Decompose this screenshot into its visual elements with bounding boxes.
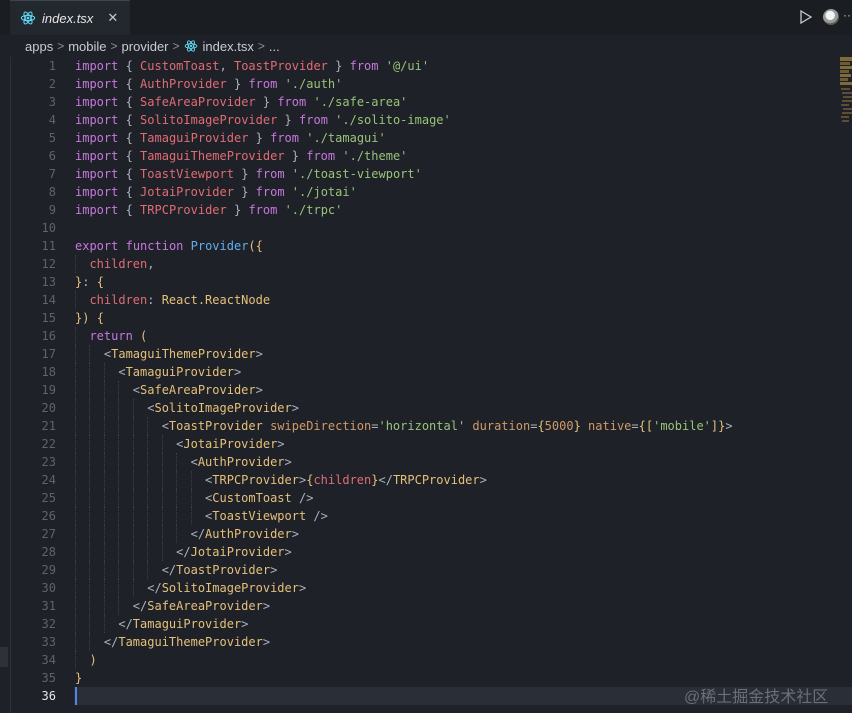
code-line[interactable]: import { TamaguiProvider } from './tamag… <box>75 129 386 147</box>
line-number: 2 <box>48 77 56 91</box>
code-line[interactable]: } <box>75 669 82 687</box>
breadcrumb-provider[interactable]: provider <box>122 39 169 54</box>
line-number: 25 <box>41 491 56 505</box>
code-line[interactable]: import { TamaguiThemeProvider } from './… <box>75 147 407 165</box>
line-number: 14 <box>41 293 56 307</box>
line-number: 12 <box>41 257 56 271</box>
code-line[interactable]: <CustomToast /> <box>75 489 313 507</box>
line-number: 9 <box>48 203 56 217</box>
watermark: @稀土掘金技术社区 <box>684 689 829 706</box>
code-line[interactable]: <TamaguiThemeProvider> <box>75 345 263 363</box>
line-number: 15 <box>41 311 56 325</box>
line-number: 26 <box>41 509 56 523</box>
minimap[interactable] <box>840 57 852 127</box>
tab-index-tsx[interactable]: index.tsx ✕ <box>10 0 130 35</box>
line-number: 28 <box>41 545 56 559</box>
code-line[interactable]: <TRPCProvider>{children}</TRPCProvider> <box>75 471 487 489</box>
line-number: 31 <box>41 599 56 613</box>
breadcrumb-apps[interactable]: apps <box>25 39 53 54</box>
line-number: 27 <box>41 527 56 541</box>
chevron-right-icon: > <box>57 39 65 53</box>
chevron-right-icon: > <box>110 39 118 53</box>
code-line[interactable]: <SafeAreaProvider> <box>75 381 263 399</box>
code-line[interactable]: <AuthProvider> <box>75 453 292 471</box>
tab-label: index.tsx <box>42 10 94 26</box>
line-number: 22 <box>41 437 56 451</box>
code-line[interactable]: import { JotaiProvider } from './jotai' <box>75 183 357 201</box>
code-line[interactable]: </TamaguiThemeProvider> <box>75 633 270 651</box>
code-line[interactable]: import { AuthProvider } from './auth' <box>75 75 342 93</box>
chevron-right-icon: > <box>172 39 180 53</box>
line-number: 11 <box>41 239 56 253</box>
line-number: 5 <box>48 131 56 145</box>
line-number: 1 <box>48 59 56 73</box>
react-icon <box>184 40 197 52</box>
line-number: 16 <box>41 329 56 343</box>
line-number: 34 <box>41 653 56 667</box>
line-number: 19 <box>41 383 56 397</box>
line-number: 23 <box>41 455 56 469</box>
line-number: 4 <box>48 113 56 127</box>
code-line[interactable]: import { ToastViewport } from './toast-v… <box>75 165 422 183</box>
line-number: 35 <box>41 671 56 685</box>
code-line[interactable]: <SolitoImageProvider> <box>75 399 299 417</box>
line-number: 36 <box>41 689 56 703</box>
line-number: 32 <box>41 617 56 631</box>
tab-bar: index.tsx ✕ ··· <box>0 0 852 35</box>
react-icon <box>20 11 36 25</box>
breadcrumb: apps > mobile > provider > index.tsx > .… <box>0 35 852 57</box>
code-line[interactable]: import { SafeAreaProvider } from './safe… <box>75 93 407 111</box>
line-number: 21 <box>41 419 56 433</box>
code-line[interactable]: </AuthProvider> <box>75 525 299 543</box>
line-number: 17 <box>41 347 56 361</box>
code-line[interactable]: import { CustomToast, ToastProvider } fr… <box>75 57 429 75</box>
code-line[interactable]: ) <box>75 651 96 669</box>
more-actions-icon[interactable]: ··· <box>843 8 852 22</box>
code-line[interactable]: }) { <box>75 309 104 327</box>
code-line[interactable]: <TamaguiProvider> <box>75 363 241 381</box>
line-number: 8 <box>48 185 56 199</box>
gutter-marker <box>0 647 8 667</box>
line-number: 18 <box>41 365 56 379</box>
line-number: 10 <box>41 221 56 235</box>
run-icon[interactable] <box>799 10 813 24</box>
code-line[interactable]: </SafeAreaProvider> <box>75 597 270 615</box>
line-number: 24 <box>41 473 56 487</box>
close-icon[interactable]: ✕ <box>107 10 118 26</box>
code-line[interactable]: return ( <box>75 327 147 345</box>
line-number: 13 <box>41 275 56 289</box>
code-line[interactable]: children: React.ReactNode <box>75 291 270 309</box>
code-line[interactable]: import { TRPCProvider } from './trpc' <box>75 201 342 219</box>
code-line[interactable]: </TamaguiProvider> <box>75 615 248 633</box>
text-cursor <box>75 687 77 705</box>
chevron-right-icon: > <box>257 39 265 53</box>
line-number: 7 <box>48 167 56 181</box>
line-number: 6 <box>48 149 56 163</box>
avatar-icon[interactable] <box>823 9 839 25</box>
code-line[interactable]: <ToastProvider swipeDirection='horizonta… <box>75 417 733 435</box>
code-line[interactable]: children, <box>75 255 154 273</box>
line-number: 33 <box>41 635 56 649</box>
breadcrumb-symbol[interactable]: ... <box>269 39 280 54</box>
line-number: 3 <box>48 95 56 109</box>
code-line[interactable]: <JotaiProvider> <box>75 435 284 453</box>
code-line[interactable]: </SolitoImageProvider> <box>75 579 306 597</box>
line-number: 29 <box>41 563 56 577</box>
code-line[interactable]: }: { <box>75 273 104 291</box>
line-number: 20 <box>41 401 56 415</box>
code-line[interactable]: export function Provider({ <box>75 237 263 255</box>
breadcrumb-mobile[interactable]: mobile <box>68 39 106 54</box>
code-line[interactable]: </ToastProvider> <box>75 561 278 579</box>
breadcrumb-file[interactable]: index.tsx <box>203 39 254 54</box>
code-line[interactable]: </JotaiProvider> <box>75 543 292 561</box>
code-line[interactable]: <ToastViewport /> <box>75 507 328 525</box>
code-editor[interactable]: 1 2 3 4 5 6 7 8 9 10 11 12 13 14 15 16 17 18 19 20 21 22 23 24 2… <box>0 57 852 713</box>
line-number: 30 <box>41 581 56 595</box>
code-line[interactable]: import { SolitoImageProvider } from './s… <box>75 111 451 129</box>
